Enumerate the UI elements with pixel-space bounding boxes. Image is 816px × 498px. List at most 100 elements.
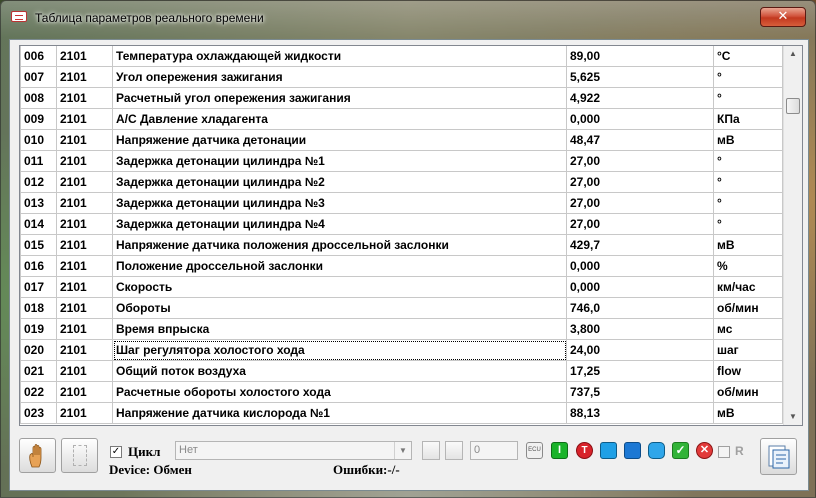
table-row[interactable]: 007 2101 Угол опережения зажигания 5,625 ° <box>20 67 783 88</box>
table-row[interactable]: 018 2101 Обороты 746,0 об/мин <box>20 298 783 319</box>
param-unit: ° <box>714 151 783 172</box>
close-button[interactable]: ✕ <box>760 7 806 27</box>
param-number: 019 <box>20 319 57 340</box>
bottom-toolbar: ✓ Цикл Нет ▼ 0 ECU I T ✓ ✕ R Device: Обм… <box>10 433 808 489</box>
param-unit: ° <box>714 67 783 88</box>
test-icon[interactable]: T <box>576 442 593 459</box>
param-number: 017 <box>20 277 57 298</box>
table-row[interactable]: 015 2101 Напряжение датчика положения дрос… <box>20 235 783 256</box>
scroll-down-icon[interactable]: ▼ <box>784 409 802 425</box>
scroll-thumb[interactable] <box>786 98 800 114</box>
param-name: Общий поток воздуха <box>113 361 567 382</box>
param-value: 88,13 <box>567 403 714 424</box>
param-name: Обороты <box>113 298 567 319</box>
param-value: 737,5 <box>567 382 714 403</box>
hand-icon <box>29 444 42 468</box>
errors-status: Ошибки:-/- <box>333 462 400 477</box>
param-name: Напряжение датчика детонации <box>113 130 567 151</box>
param-unit: ° <box>714 193 783 214</box>
param-value: 4,922 <box>567 88 714 109</box>
cancel-icon[interactable]: ✕ <box>696 442 713 459</box>
table-row[interactable]: 006 2101 Температура охлаждающей жидкости 8… <box>20 46 783 67</box>
param-code: 2101 <box>57 298 113 319</box>
param-number: 012 <box>20 172 57 193</box>
param-code: 2101 <box>57 235 113 256</box>
refresh-button[interactable] <box>760 438 797 475</box>
table-row[interactable]: 014 2101 Задержка детонации цилиндра №4 27,… <box>20 214 783 235</box>
param-unit: ° <box>714 214 783 235</box>
param-name: Угол опережения зажигания <box>113 67 567 88</box>
param-name: Задержка детонации цилиндра №2 <box>113 172 567 193</box>
hand-button[interactable] <box>19 438 56 473</box>
title-bar[interactable]: Таблица параметров реального времени ✕ <box>1 1 815 33</box>
r-checkbox[interactable] <box>718 446 730 458</box>
table-row[interactable]: 008 2101 Расчетный угол опережения зажиган… <box>20 88 783 109</box>
mode-select[interactable]: Нет ▼ <box>175 441 412 460</box>
monitor-icon[interactable] <box>600 442 617 459</box>
param-name: Задержка детонации цилиндра №3 <box>113 193 567 214</box>
ok-icon[interactable]: ✓ <box>672 442 689 459</box>
param-value: 429,7 <box>567 235 714 256</box>
param-unit: шаг <box>714 340 783 361</box>
blank-button-2[interactable] <box>445 441 463 460</box>
param-name: Время впрыска <box>113 319 567 340</box>
document-button[interactable] <box>61 438 98 473</box>
param-number: 018 <box>20 298 57 319</box>
param-name: A/C Давление хладагента <box>113 109 567 130</box>
param-name: Положение дроссельной заслонки <box>113 256 567 277</box>
table-row[interactable]: 020 2101 Шаг регулятора холостого хода 24,0… <box>20 340 783 361</box>
vertical-scrollbar[interactable]: ▲ ▼ <box>783 46 802 425</box>
blank-button-1[interactable] <box>422 441 440 460</box>
table-row[interactable]: 023 2101 Напряжение датчика кислорода №1 88… <box>20 403 783 424</box>
info-icon[interactable]: I <box>551 442 568 459</box>
param-unit: мВ <box>714 235 783 256</box>
table-row[interactable]: 019 2101 Время впрыска 3,800 мс <box>20 319 783 340</box>
param-value: 0,000 <box>567 277 714 298</box>
chevron-down-icon[interactable]: ▼ <box>394 442 411 459</box>
param-value: 17,25 <box>567 361 714 382</box>
parameters-table: 006 2101 Температура охлаждающей жидкости 8… <box>19 45 803 426</box>
list-icon[interactable] <box>624 442 641 459</box>
table-row[interactable]: 016 2101 Положение дроссельной заслонки 0,0… <box>20 256 783 277</box>
param-code: 2101 <box>57 214 113 235</box>
param-number: 023 <box>20 403 57 424</box>
param-code: 2101 <box>57 319 113 340</box>
table-row[interactable]: 012 2101 Задержка детонации цилиндра №2 27,… <box>20 172 783 193</box>
param-unit: КПа <box>714 109 783 130</box>
param-unit: мс <box>714 319 783 340</box>
scroll-up-icon[interactable]: ▲ <box>784 46 802 62</box>
param-code: 2101 <box>57 130 113 151</box>
table-row[interactable]: 021 2101 Общий поток воздуха 17,25 flow <box>20 361 783 382</box>
param-name: Температура охлаждающей жидкости <box>113 46 567 67</box>
table-row[interactable]: 013 2101 Задержка детонации цилиндра №3 27,… <box>20 193 783 214</box>
ecu-icon[interactable]: ECU <box>526 442 543 459</box>
param-number: 016 <box>20 256 57 277</box>
param-number: 021 <box>20 361 57 382</box>
param-value: 3,800 <box>567 319 714 340</box>
param-value: 27,00 <box>567 151 714 172</box>
table-row[interactable]: 009 2101 A/C Давление хладагента 0,000 КПа <box>20 109 783 130</box>
cycle-checkbox[interactable]: ✓ <box>110 446 122 458</box>
table-row[interactable]: 011 2101 Задержка детонации цилиндра №1 27,… <box>20 151 783 172</box>
param-value: 746,0 <box>567 298 714 319</box>
number-input[interactable]: 0 <box>470 441 518 460</box>
mode-select-value: Нет <box>179 444 198 456</box>
param-unit: ° <box>714 88 783 109</box>
param-number: 015 <box>20 235 57 256</box>
param-code: 2101 <box>57 340 113 361</box>
table-row[interactable]: 022 2101 Расчетные обороты холостого хода 7… <box>20 382 783 403</box>
param-unit: об/мин <box>714 298 783 319</box>
param-unit: мВ <box>714 403 783 424</box>
param-name: Расчетный угол опережения зажигания <box>113 88 567 109</box>
param-value: 24,00 <box>567 340 714 361</box>
param-name: Задержка детонации цилиндра №4 <box>113 214 567 235</box>
refresh-icon <box>768 445 790 469</box>
table-row[interactable]: 017 2101 Скорость 0,000 км/час <box>20 277 783 298</box>
param-name: Расчетные обороты холостого хода <box>113 382 567 403</box>
param-name: Задержка детонации цилиндра №1 <box>113 151 567 172</box>
table-row[interactable]: 010 2101 Напряжение датчика детонации 48,47… <box>20 130 783 151</box>
param-number: 008 <box>20 88 57 109</box>
param-code: 2101 <box>57 46 113 67</box>
param-value: 48,47 <box>567 130 714 151</box>
display-icon[interactable] <box>648 442 665 459</box>
